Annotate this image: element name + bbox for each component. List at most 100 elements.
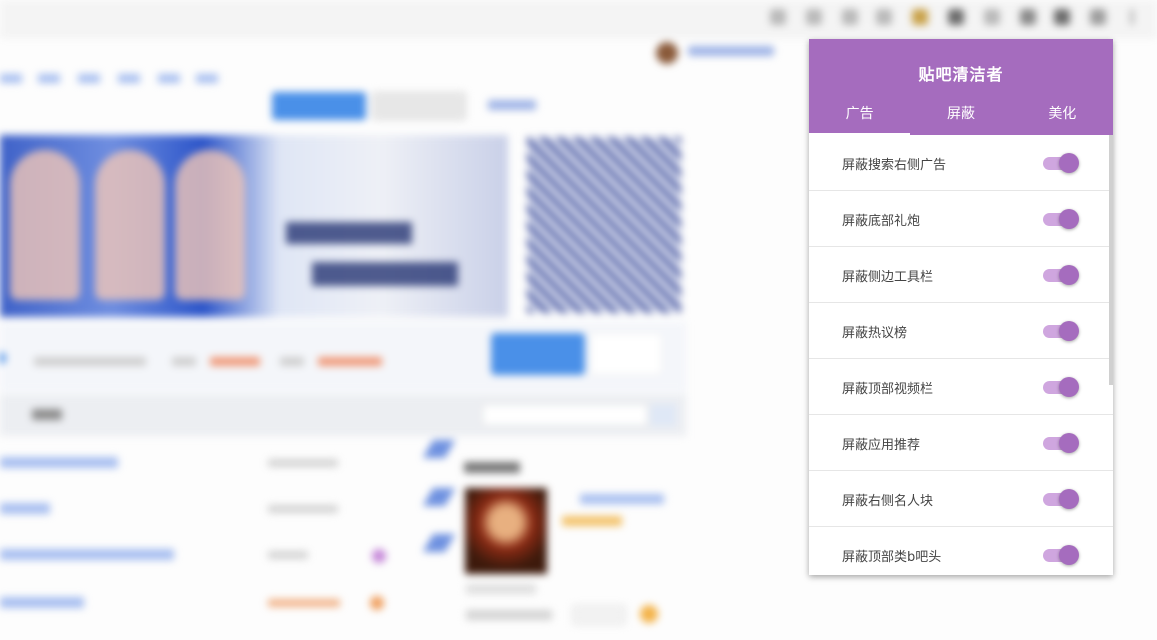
search-icon[interactable] <box>650 404 676 426</box>
toggle-thumb <box>1059 209 1079 229</box>
extension-icon[interactable] <box>1054 9 1070 25</box>
info-text <box>172 357 196 366</box>
toggle-thumb <box>1059 321 1079 341</box>
info-text <box>280 357 304 366</box>
popup-tab-bar: 广告 屏蔽 美化 <box>809 93 1113 135</box>
sidebar-text <box>466 584 536 594</box>
forum-name-link[interactable] <box>580 494 664 504</box>
nav-link[interactable] <box>38 74 60 83</box>
nav-link[interactable] <box>0 74 22 83</box>
sign-in-box[interactable] <box>590 333 662 375</box>
username-link[interactable] <box>688 46 774 56</box>
list-item: 屏蔽顶部类b吧头 <box>809 527 1113 575</box>
thread-title-link[interactable] <box>0 457 118 468</box>
avatar[interactable] <box>656 42 678 64</box>
toggle-switch[interactable] <box>1043 265 1081 285</box>
thread-icon <box>372 549 386 563</box>
extension-icon[interactable] <box>770 9 786 25</box>
toggle-thumb <box>1059 377 1079 397</box>
option-label: 屏蔽侧边工具栏 <box>842 270 934 285</box>
banner-figure <box>95 150 165 300</box>
forum-avatar-image <box>465 488 547 574</box>
tab-beautify[interactable]: 美化 <box>1012 93 1113 135</box>
nav-link[interactable] <box>196 74 218 83</box>
list-item: 屏蔽顶部视频栏 <box>809 359 1113 415</box>
list-item: 屏蔽底部礼炮 <box>809 191 1113 247</box>
option-label: 屏蔽顶部类b吧头 <box>842 550 942 565</box>
thread-author <box>268 599 340 607</box>
option-list: 屏蔽搜索右侧广告 屏蔽底部礼炮 屏蔽侧边工具栏 屏蔽热议榜 屏蔽顶部视频栏 屏蔽… <box>809 135 1113 575</box>
option-label: 屏蔽搜索右侧广告 <box>842 158 947 173</box>
nav-link[interactable] <box>158 74 180 83</box>
gold-icon <box>640 605 658 623</box>
thread-author <box>268 551 308 559</box>
forum-search-input[interactable] <box>482 404 648 426</box>
toggle-thumb <box>1059 433 1079 453</box>
popup-header: 贴吧清洁者 广告 屏蔽 美化 <box>809 39 1113 135</box>
extension-icon[interactable] <box>806 9 822 25</box>
toggle-switch[interactable] <box>1043 545 1081 565</box>
help-link[interactable] <box>488 100 536 110</box>
thread-badge <box>422 440 456 458</box>
tab-ads[interactable]: 广告 <box>809 93 911 135</box>
toggle-switch[interactable] <box>1043 209 1081 229</box>
level-badge <box>562 516 622 526</box>
toggle-thumb <box>1059 265 1079 285</box>
tieba-cleaner-popup: 贴吧清洁者 广告 屏蔽 美化 屏蔽搜索右侧广告 屏蔽底部礼炮 屏蔽侧边工具栏 屏… <box>809 39 1113 575</box>
thread-icon <box>370 596 384 610</box>
extension-icon[interactable] <box>984 9 1000 25</box>
banner-text <box>286 222 412 244</box>
thread-badge <box>422 534 456 552</box>
thread-author <box>268 459 338 467</box>
thread-author <box>268 505 338 513</box>
popup-title: 贴吧清洁者 <box>918 65 1004 84</box>
list-item: 屏蔽右侧名人块 <box>809 471 1113 527</box>
nav-link[interactable] <box>118 74 140 83</box>
tab-block[interactable]: 屏蔽 <box>910 93 1011 135</box>
toggle-switch[interactable] <box>1043 489 1081 509</box>
option-label: 屏蔽底部礼炮 <box>842 214 921 229</box>
toggle-switch[interactable] <box>1043 377 1081 397</box>
info-count <box>318 357 382 366</box>
tab-all[interactable] <box>32 409 62 420</box>
banner-figure <box>10 150 80 300</box>
banner-text <box>312 262 458 286</box>
thread-title-link[interactable] <box>0 597 84 608</box>
thread-title-link[interactable] <box>0 503 50 514</box>
nav-link[interactable] <box>78 74 100 83</box>
banner-figure <box>175 150 245 300</box>
option-label: 屏蔽右侧名人块 <box>842 494 934 509</box>
search-web-button[interactable] <box>372 92 466 120</box>
list-item: 屏蔽搜索右侧广告 <box>809 135 1113 191</box>
toggle-thumb <box>1059 489 1079 509</box>
option-label: 屏蔽顶部视频栏 <box>842 382 934 397</box>
sidebar-button[interactable] <box>572 605 626 625</box>
tieba-cleaner-extension-icon[interactable] <box>1090 9 1106 25</box>
toggle-switch[interactable] <box>1043 321 1081 341</box>
sidebar-title <box>464 462 520 473</box>
toggle-thumb <box>1059 153 1079 173</box>
scrollbar-thumb[interactable] <box>1109 135 1113 385</box>
extension-icon[interactable] <box>912 9 928 25</box>
list-item: 屏蔽热议榜 <box>809 303 1113 359</box>
toggle-thumb <box>1059 545 1079 565</box>
toggle-switch[interactable] <box>1043 153 1081 173</box>
qr-code-image <box>527 137 681 313</box>
browser-toolbar <box>0 0 1157 37</box>
option-label: 屏蔽应用推荐 <box>842 438 921 453</box>
extension-icon[interactable] <box>876 9 892 25</box>
info-text <box>34 357 146 366</box>
extension-icon[interactable] <box>948 9 964 25</box>
extension-icon[interactable] <box>842 9 858 25</box>
extension-icon[interactable] <box>1020 9 1036 25</box>
scrollbar[interactable] <box>1109 135 1113 575</box>
thread-title-link[interactable] <box>0 549 174 560</box>
menu-icon[interactable] <box>1130 9 1134 25</box>
info-count <box>210 357 260 366</box>
follow-button[interactable] <box>491 333 585 375</box>
list-item: 屏蔽侧边工具栏 <box>809 247 1113 303</box>
option-label: 屏蔽热议榜 <box>842 326 908 341</box>
toggle-switch[interactable] <box>1043 433 1081 453</box>
sidebar-text <box>466 610 552 620</box>
search-tieba-button[interactable] <box>272 92 366 120</box>
